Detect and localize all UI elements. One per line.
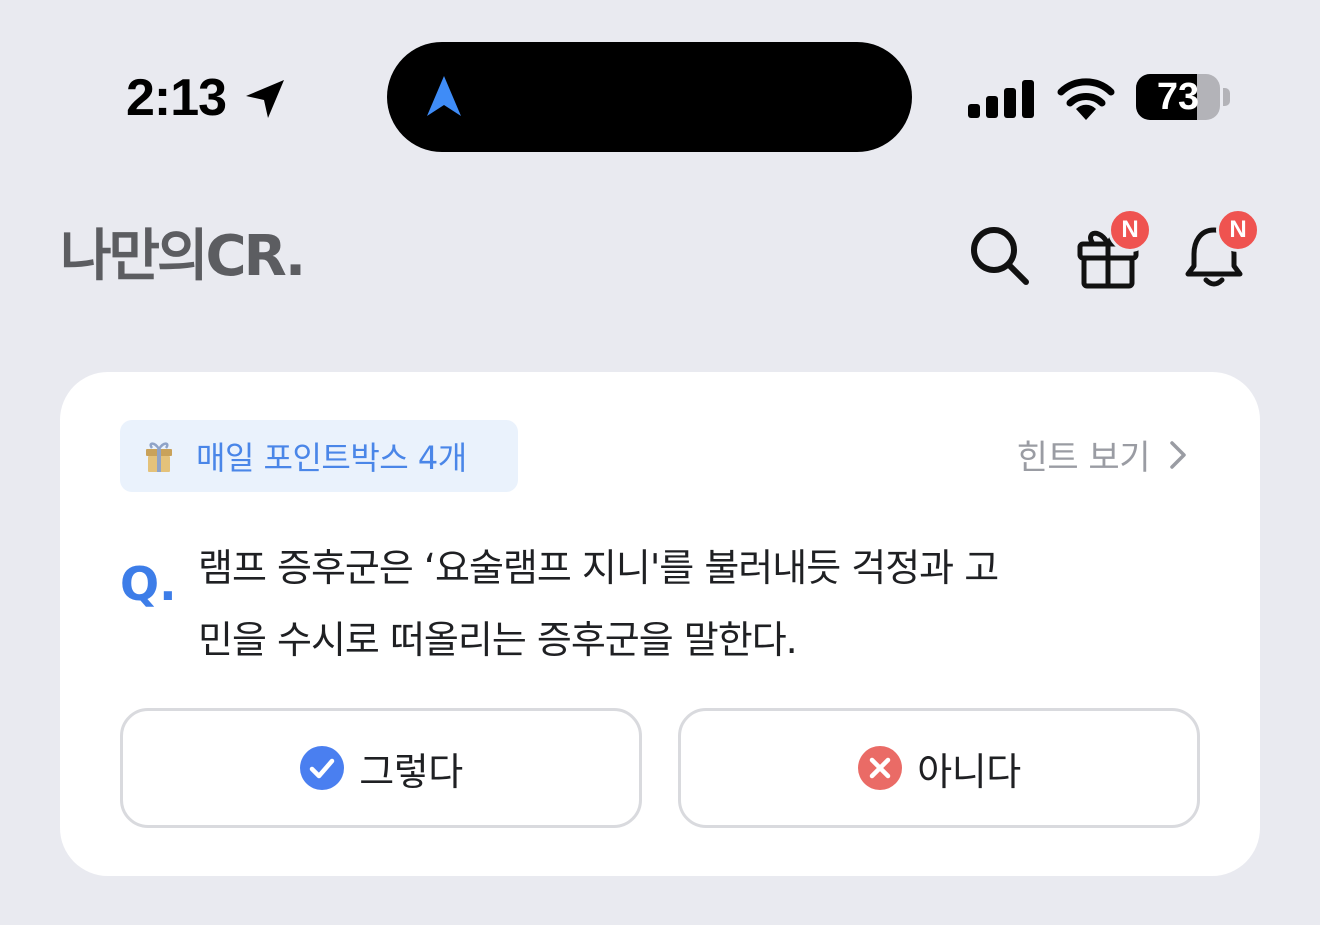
gift-notification-badge: N	[1108, 208, 1152, 252]
cellular-signal-icon	[968, 80, 1034, 118]
hint-label: 힌트 보기	[1016, 438, 1151, 478]
location-arrow-icon	[246, 80, 284, 118]
answer-yes-label: 그렇다	[359, 749, 463, 794]
hint-button[interactable]: 힌트 보기	[1017, 430, 1190, 479]
battery-cap	[1223, 88, 1230, 106]
bell-notification-badge: N	[1216, 208, 1260, 252]
check-circle-icon	[300, 746, 345, 790]
wifi-icon	[1057, 78, 1115, 120]
navigation-arrow-icon	[427, 76, 461, 116]
battery-level: 73	[1156, 75, 1200, 118]
x-circle-icon	[858, 746, 903, 790]
status-time: 2:13	[126, 69, 227, 127]
answer-yes-button[interactable]: 그렇다	[120, 708, 642, 828]
dynamic-island	[387, 42, 912, 152]
question-marker: Q.	[120, 557, 177, 611]
battery-indicator: 73	[1136, 74, 1220, 120]
answer-no-label: 아니다	[917, 749, 1021, 794]
search-icon[interactable]	[966, 222, 1034, 290]
chevron-right-icon	[1170, 440, 1186, 469]
daily-pointbox-banner[interactable]: 매일 포인트박스 4개	[120, 420, 518, 492]
app-logo[interactable]: 나만의CR.	[60, 222, 306, 292]
question-text: 램프 증후군은 ‘요술램프 지니'를 불러내듯 걱정과 고 민을 수시로 떠올리…	[198, 546, 999, 662]
pointbox-label: 매일 포인트박스 4개	[196, 439, 467, 477]
app-screen: 2:13 73 나만의CR. N N 매일 포인트박스 4개 힌트 보기 Q. …	[0, 0, 1320, 925]
gift-box-icon	[146, 442, 172, 472]
answer-no-button[interactable]: 아니다	[678, 708, 1200, 828]
quiz-card: 매일 포인트박스 4개 힌트 보기 Q. 램프 증후군은 ‘요술램프 지니'를 …	[60, 372, 1260, 876]
